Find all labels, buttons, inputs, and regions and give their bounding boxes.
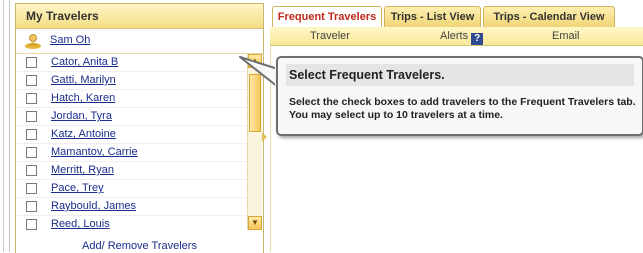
traveler-name-link[interactable]: Jordan, Tyra: [51, 110, 112, 122]
traveler-row: Cator, Anita B: [17, 54, 247, 72]
traveler-name-link[interactable]: Gatti, Marilyn: [51, 74, 116, 86]
traveler-checkbox[interactable]: [26, 93, 37, 104]
traveler-row: Reed, Louis: [17, 216, 247, 230]
traveler-checkbox[interactable]: [26, 111, 37, 122]
traveler-name-link[interactable]: Raybould, James: [51, 200, 136, 212]
column-alerts: Alerts?: [440, 30, 484, 45]
column-alerts-label: Alerts: [440, 30, 469, 42]
callout-title: Select Frequent Travelers.: [286, 64, 634, 86]
page-edge: [3, 0, 10, 252]
traveler-checkbox[interactable]: [26, 75, 37, 86]
panel-title: My Travelers: [16, 4, 263, 29]
tab-trips-calendar-view[interactable]: Trips - Calendar View: [483, 6, 615, 27]
column-traveler: Traveler: [310, 30, 350, 42]
traveler-name-link[interactable]: Reed, Louis: [51, 218, 110, 230]
traveler-row: Hatch, Karen: [17, 90, 247, 108]
column-email: Email: [552, 30, 580, 42]
help-callout: Select Frequent Travelers. Select the ch…: [276, 56, 643, 136]
traveler-name-link[interactable]: Pace, Trey: [51, 182, 104, 194]
traveler-checkbox[interactable]: [26, 219, 37, 230]
traveler-row: Katz, Antoine: [17, 126, 247, 144]
owner-row: Sam Oh: [16, 29, 263, 54]
my-travelers-panel: My Travelers Sam Oh Cator, Anita B Gatti,…: [15, 3, 264, 253]
traveler-row: Pace, Trey: [17, 180, 247, 198]
traveler-name-link[interactable]: Cator, Anita B: [51, 56, 118, 68]
add-remove-travelers-link[interactable]: Add/ Remove Travelers: [16, 240, 263, 252]
help-icon[interactable]: ?: [471, 33, 484, 45]
callout-body: Select the check boxes to add travelers …: [289, 96, 636, 122]
traveler-row: Merritt, Ryan: [17, 162, 247, 180]
callout-pointer: [239, 56, 279, 89]
traveler-name-link[interactable]: Katz, Antoine: [51, 128, 116, 140]
traveler-row: Gatti, Marilyn: [17, 72, 247, 90]
tab-trips-list-view[interactable]: Trips - List View: [384, 6, 481, 27]
traveler-list: Cator, Anita B Gatti, Marilyn Hatch, Karen…: [17, 54, 262, 230]
traveler-name-link[interactable]: Merritt, Ryan: [51, 164, 114, 176]
column-header-bar: Traveler Alerts? Email: [270, 27, 643, 46]
traveler-checkbox[interactable]: [26, 57, 37, 68]
callout-body-line: Select the check boxes to add travelers …: [289, 96, 636, 108]
traveler-checkbox[interactable]: [26, 165, 37, 176]
panel-divider-arrow: [262, 132, 267, 142]
callout-body-line: You may select up to 10 travelers at a t…: [289, 109, 503, 121]
traveler-checkbox[interactable]: [26, 201, 37, 212]
tab-frequent-travelers[interactable]: Frequent Travelers: [272, 6, 382, 28]
traveler-name-link[interactable]: Hatch, Karen: [51, 92, 115, 104]
scroll-down-arrow-icon[interactable]: ▼: [248, 216, 262, 230]
traveler-checkbox[interactable]: [26, 183, 37, 194]
traveler-row: Jordan, Tyra: [17, 108, 247, 126]
traveler-name-link[interactable]: Mamantov, Carrie: [51, 146, 138, 158]
person-traveler-icon: [25, 34, 41, 49]
traveler-row: Mamantov, Carrie: [17, 144, 247, 162]
owner-name-link[interactable]: Sam Oh: [50, 34, 90, 46]
traveler-row: Raybould, James: [17, 198, 247, 216]
traveler-checkbox[interactable]: [26, 147, 37, 158]
traveler-checkbox[interactable]: [26, 129, 37, 140]
